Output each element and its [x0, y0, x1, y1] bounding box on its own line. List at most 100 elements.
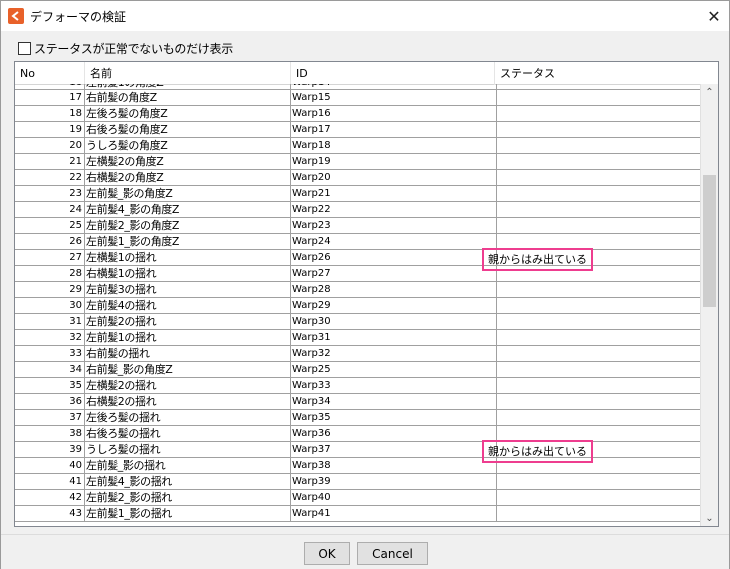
- table-row[interactable]: 32 左前髪1の揺れ Warp31: [15, 330, 701, 346]
- row-no: 31: [15, 314, 85, 329]
- row-no: 33: [15, 346, 85, 361]
- row-name: 左前髪1の角度Z: [85, 84, 291, 89]
- row-name: 左前髪1_影の揺れ: [85, 506, 291, 521]
- row-id: Warp15: [291, 90, 497, 105]
- row-name: 左前髪4_影の角度Z: [85, 202, 291, 217]
- row-name: 左前髪2の揺れ: [85, 314, 291, 329]
- table-row[interactable]: 23 左前髪_影の角度Z Warp21: [15, 186, 701, 202]
- row-id: Warp39: [291, 474, 497, 489]
- row-status: [497, 490, 701, 505]
- row-no: 42: [15, 490, 85, 505]
- table-row[interactable]: 33 右前髪の揺れ Warp32: [15, 346, 701, 362]
- row-id: Warp19: [291, 154, 497, 169]
- row-no: 25: [15, 218, 85, 233]
- row-no: 27: [15, 250, 85, 265]
- row-id: Warp32: [291, 346, 497, 361]
- table-row[interactable]: 20 うしろ髪の角度Z Warp18: [15, 138, 701, 154]
- row-status: [497, 298, 701, 313]
- deformer-verify-dialog: デフォーマの検証 ✕ ステータスが正常でないものだけ表示 No 名前 ID ステ…: [0, 0, 730, 569]
- table-row[interactable]: 24 左前髪4_影の角度Z Warp22: [15, 202, 701, 218]
- row-status: [497, 84, 701, 89]
- row-id: Warp25: [291, 362, 497, 377]
- table-row[interactable]: 18 左後ろ髪の角度Z Warp16: [15, 106, 701, 122]
- row-no: 37: [15, 410, 85, 425]
- table-row[interactable]: 35 左横髪2の揺れ Warp33: [15, 378, 701, 394]
- row-no: 29: [15, 282, 85, 297]
- row-id: Warp18: [291, 138, 497, 153]
- row-no: 28: [15, 266, 85, 281]
- table-row[interactable]: 29 左前髪3の揺れ Warp28: [15, 282, 701, 298]
- abnormal-only-label[interactable]: ステータスが正常でないものだけ表示: [34, 40, 233, 57]
- row-no: 32: [15, 330, 85, 345]
- cancel-button[interactable]: Cancel: [357, 542, 428, 565]
- row-status: [497, 506, 701, 521]
- table-row[interactable]: 42 左前髪2_影の揺れ Warp40: [15, 490, 701, 506]
- abnormal-only-checkbox[interactable]: [18, 41, 31, 55]
- table-row[interactable]: 31 左前髪2の揺れ Warp30: [15, 314, 701, 330]
- row-status: 親からはみ出ている: [482, 440, 701, 463]
- row-status: [497, 90, 701, 105]
- column-header-no[interactable]: No: [15, 62, 85, 85]
- table-row[interactable]: 19 右後ろ髪の角度Z Warp17: [15, 122, 701, 138]
- row-name: 左前髪3の揺れ: [85, 282, 291, 297]
- table-row[interactable]: 27 左横髪1の揺れ Warp26 親からはみ出ている: [15, 248, 701, 271]
- row-name: 右前髪の角度Z: [85, 90, 291, 105]
- row-name: 左前髪_影の揺れ: [85, 458, 291, 473]
- table-row[interactable]: 17 右前髪の角度Z Warp15: [15, 90, 701, 106]
- table-row[interactable]: 40 左前髪_影の揺れ Warp38: [15, 458, 701, 474]
- table-row[interactable]: 36 右横髪2の揺れ Warp34: [15, 394, 701, 410]
- scrollbar-thumb[interactable]: [703, 175, 716, 307]
- row-name: 左前髪1の揺れ: [85, 330, 291, 345]
- row-status: [497, 410, 701, 425]
- row-id: Warp30: [291, 314, 497, 329]
- row-name: 右横髪2の角度Z: [85, 170, 291, 185]
- table-row[interactable]: 28 右横髪1の揺れ Warp27: [15, 266, 701, 282]
- row-name: うしろ髪の揺れ: [85, 442, 291, 457]
- table-row[interactable]: 43 左前髪1_影の揺れ Warp41: [15, 506, 701, 522]
- close-icon[interactable]: ✕: [699, 1, 729, 31]
- row-id: Warp16: [291, 106, 497, 121]
- column-header-status[interactable]: ステータス: [495, 62, 701, 85]
- table-row[interactable]: 25 左前髪2_影の角度Z Warp23: [15, 218, 701, 234]
- row-name: 右横髪2の揺れ: [85, 394, 291, 409]
- row-no: 18: [15, 106, 85, 121]
- table-row[interactable]: 39 うしろ髪の揺れ Warp37 親からはみ出ている: [15, 440, 701, 463]
- ok-button[interactable]: OK: [304, 542, 350, 565]
- row-id: Warp21: [291, 186, 497, 201]
- row-status: [497, 362, 701, 377]
- column-header-id[interactable]: ID: [291, 62, 495, 85]
- table-rows: 16左前髪1の角度ZWarp1417右前髪の角度ZWarp1518左後ろ髪の角度…: [15, 84, 701, 522]
- row-id: Warp38: [291, 458, 497, 473]
- row-id: Warp22: [291, 202, 497, 217]
- table-row[interactable]: 21 左横髪2の角度Z Warp19: [15, 154, 701, 170]
- row-name: 右前髪の揺れ: [85, 346, 291, 361]
- row-status: [497, 314, 701, 329]
- column-header-name[interactable]: 名前: [85, 62, 291, 85]
- row-status: [497, 426, 701, 441]
- scroll-down-icon[interactable]: ⌄: [701, 510, 718, 526]
- row-name: 左横髪1の揺れ: [85, 250, 291, 265]
- row-id: Warp41: [291, 506, 497, 521]
- row-name: 左後ろ髪の角度Z: [85, 106, 291, 121]
- row-status: [497, 218, 701, 233]
- scroll-up-icon[interactable]: ⌃: [701, 84, 718, 101]
- row-no: 35: [15, 378, 85, 393]
- row-name: 左横髪2の角度Z: [85, 154, 291, 169]
- abnormal-only-filter[interactable]: ステータスが正常でないものだけ表示: [18, 40, 233, 56]
- table-row[interactable]: 34 右前髪_影の角度Z Warp25: [15, 362, 701, 378]
- row-status: [497, 346, 701, 361]
- row-id: Warp23: [291, 218, 497, 233]
- table-row[interactable]: 26 左前髪1_影の角度Z Warp24: [15, 234, 701, 250]
- row-no: 43: [15, 506, 85, 521]
- table-row[interactable]: 38 右後ろ髪の揺れ Warp36: [15, 426, 701, 442]
- row-name: 左前髪2_影の角度Z: [85, 218, 291, 233]
- row-status: [497, 234, 701, 249]
- row-name: うしろ髪の角度Z: [85, 138, 291, 153]
- row-no: 17: [15, 90, 85, 105]
- vertical-scrollbar[interactable]: ⌃ ⌄: [700, 84, 718, 526]
- table-row[interactable]: 37 左後ろ髪の揺れ Warp35: [15, 410, 701, 426]
- table-row[interactable]: 22 右横髪2の角度Z Warp20: [15, 170, 701, 186]
- table-row[interactable]: 30 左前髪4の揺れ Warp29: [15, 298, 701, 314]
- row-id: Warp35: [291, 410, 497, 425]
- table-row[interactable]: 41 左前髪4_影の揺れ Warp39: [15, 474, 701, 490]
